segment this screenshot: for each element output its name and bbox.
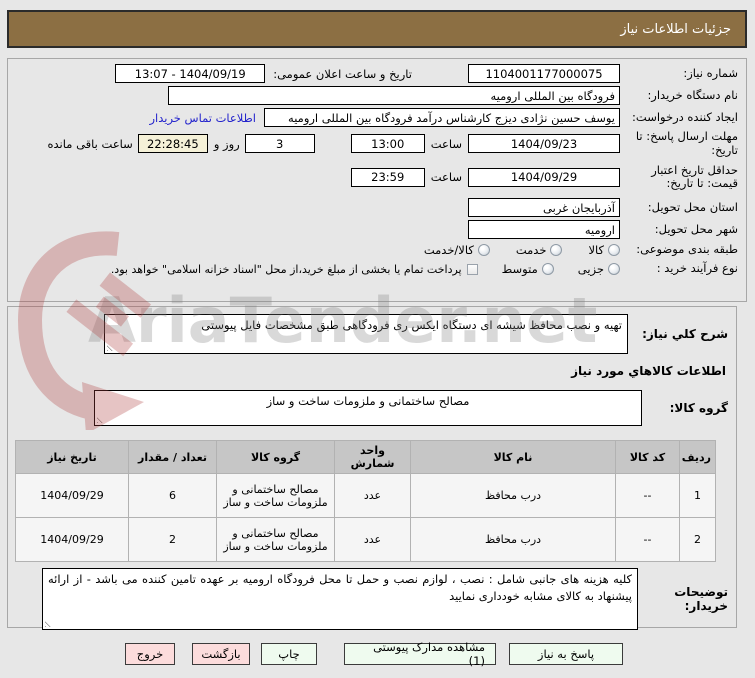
cell-item-code: --	[615, 473, 680, 518]
reply-deadline-label: مهلت ارسال پاسخ: تا تاریخ:	[635, 129, 738, 157]
price-validity-label: حداقل تاریخ اعتبار قیمت: تا تاریخ:	[651, 162, 738, 191]
remaining-days-label: روز و	[213, 136, 240, 151]
need-number-field[interactable]: 1104001177000075	[468, 64, 620, 83]
category-option-service-label: خدمت	[515, 243, 547, 258]
need-number-label: شماره نیاز:	[683, 65, 738, 80]
process-option-medium[interactable]: متوسط	[502, 262, 554, 276]
price-validity-hour-label: ساعت	[430, 170, 462, 185]
category-option-goods-service-label: کالا/خدمت	[423, 243, 474, 258]
goods-info-groupbox: شرح کلي نیاز: تهیه و نصب محافظ شیشه ای د…	[7, 306, 737, 630]
cell-group: مصالح ساختمانی و ملزومات ساخت و ساز	[216, 473, 335, 518]
process-option-minor-label: جزیی	[577, 262, 604, 277]
buyer-notes-label: توضیحات خریدار:	[674, 584, 728, 613]
radio-icon[interactable]	[608, 263, 620, 276]
checkbox-icon[interactable]	[466, 263, 478, 275]
purchase-process-row: نوع فرآیند خرید : جزیی متوسط پرداخت تمام…	[14, 261, 738, 276]
cell-quantity: 2	[128, 517, 217, 562]
subject-category-label: طبقه بندی موضوعی:	[636, 242, 738, 257]
col-group: گروه کالا	[216, 440, 335, 474]
category-option-service[interactable]: خدمت	[516, 243, 563, 257]
cell-item-name: درب محافظ	[410, 517, 616, 562]
col-unit: واحد شمارش	[334, 440, 411, 474]
cell-row-index: 2	[679, 517, 716, 562]
col-item-code: کد کالا	[615, 440, 680, 474]
goods-table: ردیف کد کالا نام کالا واحد شمارش گروه کا…	[15, 440, 716, 562]
announce-datetime-label: تاریخ و ساعت اعلان عمومی:	[273, 66, 412, 81]
delivery-province-field[interactable]: آذربایجان غربی	[468, 198, 620, 218]
cell-need-date: 1404/09/29	[15, 473, 129, 518]
action-button-bar: پاسخ به نیاز مشاهده مدارک پیوستی (1) چاپ…	[0, 640, 755, 668]
buyer-notes-textarea[interactable]: کلیه هزینه های جانبی شامل : نصب ، لوازم …	[42, 568, 638, 630]
col-item-name: نام کالا	[410, 440, 616, 474]
price-validity-time-field[interactable]: 23:59	[350, 167, 425, 187]
col-quantity: تعداد / مقدار	[128, 440, 217, 474]
process-option-minor[interactable]: جزیی	[578, 262, 620, 276]
cell-unit: عدد	[334, 473, 411, 518]
cell-unit: عدد	[334, 517, 411, 562]
page-title-bar: جزئیات اطلاعات نیاز	[7, 10, 747, 48]
col-row-index: ردیف	[679, 440, 716, 474]
buyer-org-row: نام دستگاه خریدار: فرودگاه بین المللی ار…	[14, 86, 738, 105]
reply-deadline-hour-label: ساعت	[430, 136, 462, 151]
need-description-textarea[interactable]: تهیه و نصب محافظ شیشه ای دستگاه ایکس ری …	[104, 314, 628, 354]
col-need-date: تاریخ نیاز	[15, 440, 129, 474]
price-validity-row: حداقل تاریخ اعتبار قیمت: تا تاریخ: 1404/…	[14, 162, 738, 192]
goods-section-title: اطلاعات کالاهاي مورد نیاز	[571, 364, 726, 378]
category-option-goods[interactable]: کالا	[588, 243, 620, 257]
subject-category-row: طبقه بندی موضوعی: کالا خدمت کالا/خدمت	[14, 242, 738, 257]
category-option-goods-label: کالا	[588, 243, 604, 258]
delivery-province-row: استان محل تحویل: آذربایجان غربی	[14, 198, 738, 218]
buyer-org-field[interactable]: فرودگاه بین المللی ارومیه	[168, 86, 620, 105]
buyer-notes-row: توضیحات خریدار: کلیه هزینه های جانبی شام…	[14, 568, 728, 630]
reply-to-need-button[interactable]: پاسخ به نیاز	[509, 643, 623, 665]
exit-button[interactable]: خروج	[125, 643, 175, 665]
reply-deadline-time-field[interactable]: 13:00	[350, 134, 425, 154]
treasury-payment-label: پرداخت تمام یا بخشی از مبلغ خرید،از محل …	[110, 262, 462, 276]
delivery-city-field[interactable]: ارومیه	[468, 220, 620, 240]
radio-icon[interactable]	[477, 244, 490, 257]
table-row: 2 -- درب محافظ عدد مصالح ساختمانی و ملزو…	[15, 517, 716, 562]
goods-group-label: گروه کالا:	[669, 400, 728, 415]
countdown-timer: 22:28:45	[137, 134, 208, 154]
remaining-days-field[interactable]: 3	[244, 134, 315, 154]
radio-icon[interactable]	[608, 244, 620, 257]
request-creator-row: ایجاد کننده درخواست: یوسف حسین نژادی دیز…	[14, 108, 738, 127]
request-creator-field[interactable]: یوسف حسین نژادی دیزج کارشناس درآمد فرودگ…	[264, 108, 620, 127]
treasury-payment-checkbox[interactable]: پرداخت تمام یا بخشی از مبلغ خرید،از محل …	[111, 263, 478, 276]
radio-icon[interactable]	[550, 244, 563, 257]
reply-deadline-date-field[interactable]: 1404/09/23	[468, 134, 620, 154]
reply-deadline-row: مهلت ارسال پاسخ: تا تاریخ: 1404/09/23 سا…	[14, 129, 739, 158]
goods-group-textarea[interactable]: مصالح ساختمانی و ملزومات ساخت و ساز	[94, 390, 642, 426]
delivery-city-label: شهر محل تحویل:	[654, 221, 738, 236]
price-validity-date-field[interactable]: 1404/09/29	[468, 167, 620, 187]
delivery-city-row: شهر محل تحویل: ارومیه	[14, 220, 738, 240]
cell-row-index: 1	[679, 473, 716, 518]
print-button[interactable]: چاپ	[261, 643, 317, 665]
view-attachments-button[interactable]: مشاهده مدارک پیوستی (1)	[344, 640, 496, 668]
purchase-process-label: نوع فرآیند خرید :	[656, 261, 738, 276]
cell-need-date: 1404/09/29	[15, 517, 129, 562]
category-option-goods-service[interactable]: کالا/خدمت	[424, 243, 490, 257]
back-button[interactable]: بازگشت	[192, 643, 250, 665]
announce-datetime-field[interactable]: 1404/09/19 - 13:07	[115, 64, 266, 83]
buyer-org-label: نام دستگاه خریدار:	[647, 87, 738, 102]
general-info-groupbox: شماره نیاز: 1104001177000075 تاریخ و ساع…	[7, 58, 747, 302]
cell-group: مصالح ساختمانی و ملزومات ساخت و ساز	[216, 517, 335, 562]
need-description-row: شرح کلي نیاز: تهیه و نصب محافظ شیشه ای د…	[14, 314, 728, 354]
goods-table-header-row: ردیف کد کالا نام کالا واحد شمارش گروه کا…	[15, 440, 716, 474]
delivery-province-label: استان محل تحویل:	[647, 199, 738, 214]
need-description-label: شرح کلي نیاز:	[642, 326, 728, 341]
process-option-medium-label: متوسط	[501, 262, 538, 277]
radio-icon[interactable]	[541, 263, 554, 276]
buyer-contact-link[interactable]: اطلاعات تماس خریدار	[149, 111, 256, 125]
cell-quantity: 6	[128, 473, 217, 518]
table-row: 1 -- درب محافظ عدد مصالح ساختمانی و ملزو…	[15, 473, 716, 518]
countdown-label: ساعت باقی مانده	[47, 136, 133, 151]
need-number-row: شماره نیاز: 1104001177000075 تاریخ و ساع…	[14, 64, 738, 83]
cell-item-code: --	[615, 517, 680, 562]
cell-item-name: درب محافظ	[410, 473, 616, 518]
request-creator-label: ایجاد کننده درخواست:	[632, 109, 738, 124]
goods-group-row: گروه کالا: مصالح ساختمانی و ملزومات ساخت…	[14, 390, 728, 426]
page-title: جزئیات اطلاعات نیاز	[620, 21, 731, 37]
